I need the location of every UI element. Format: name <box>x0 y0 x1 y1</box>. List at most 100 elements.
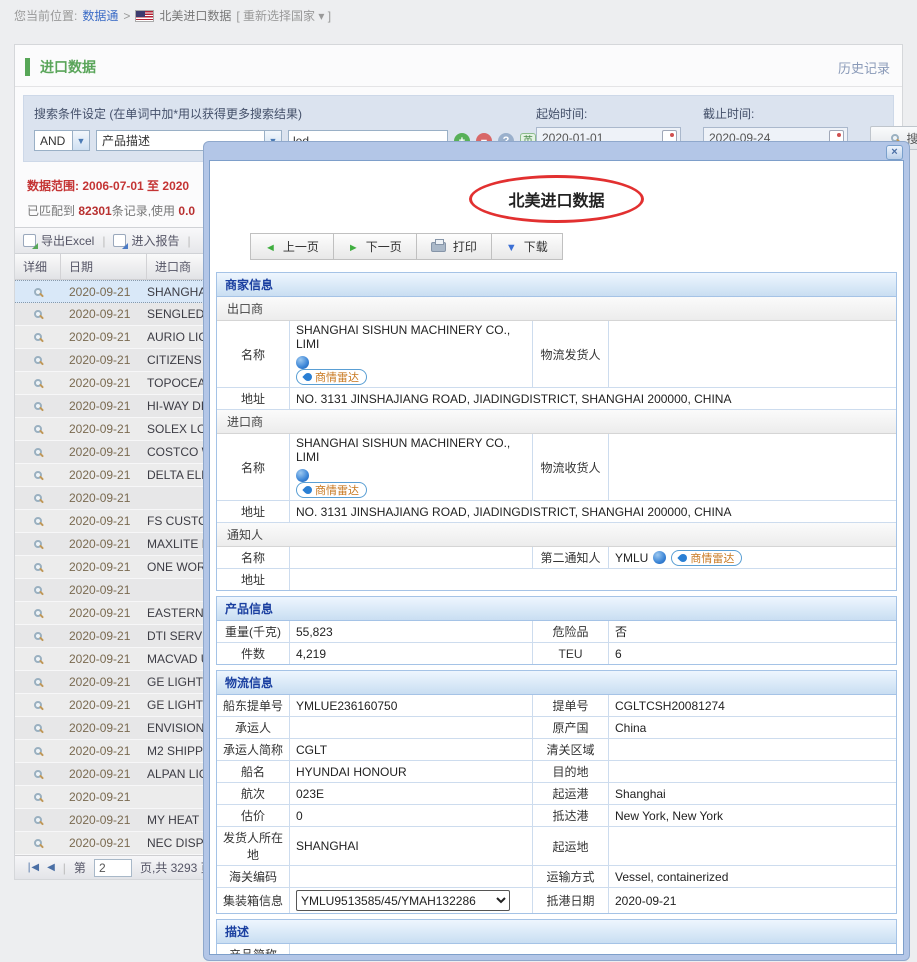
field-value: CGLT <box>296 743 327 757</box>
magnifier-icon[interactable] <box>34 609 42 617</box>
field-label: 物流收货人 <box>532 434 608 500</box>
field-label: 第二通知人 <box>532 547 608 568</box>
field-label: 地址 <box>217 501 289 522</box>
field-value: 2020-09-21 <box>615 894 676 908</box>
magnifier-icon[interactable] <box>34 471 42 479</box>
magnifier-icon[interactable] <box>34 747 42 755</box>
field-label: 产品简称 <box>217 944 289 955</box>
field-label: 起运地 <box>532 827 608 865</box>
magnifier-icon[interactable] <box>34 724 42 732</box>
magnifier-icon[interactable] <box>34 448 42 456</box>
field-value-cell <box>608 761 896 782</box>
field-value: YMLUE236160750 <box>296 699 397 713</box>
row-date: 2020-09-21 <box>61 767 147 781</box>
prev-page-button[interactable]: 上一页 <box>251 234 334 259</box>
radar-badge[interactable]: 商情雷达 <box>296 482 367 498</box>
magnifier-icon[interactable] <box>34 678 42 686</box>
field-label: 原产国 <box>532 717 608 738</box>
globe-icon[interactable] <box>296 469 309 482</box>
field-label: 运输方式 <box>532 866 608 887</box>
breadcrumb-link-datahub[interactable]: 数据通 <box>82 7 118 24</box>
bool-operator-select[interactable]: AND ▼ <box>34 130 90 151</box>
end-date-label: 截止时间: <box>703 105 848 122</box>
magnifier-icon[interactable] <box>34 793 42 801</box>
section-merchant: 商家信息出口商名称SHANGHAI SISHUN MACHINERY CO., … <box>216 272 897 591</box>
magnifier-icon[interactable] <box>34 517 42 525</box>
detail-row: 发货人所在地SHANGHAI起运地 <box>217 827 896 866</box>
magnifier-icon[interactable] <box>34 379 42 387</box>
subsection-header: 进口商 <box>217 410 896 434</box>
detail-row: 承运人原产国China <box>217 717 896 739</box>
field-label: 抵港日期 <box>532 888 608 913</box>
row-date: 2020-09-21 <box>61 445 147 459</box>
field-value: 4,219 <box>296 647 326 661</box>
section-header: 描述 <box>217 920 896 944</box>
magnifier-icon[interactable] <box>34 839 42 847</box>
row-date: 2020-09-21 <box>61 652 147 666</box>
section-header: 物流信息 <box>217 671 896 695</box>
prev-page-icon[interactable]: ◀ <box>47 862 55 873</box>
field-label: 起运港 <box>532 783 608 804</box>
field-value-cell: CGLTCSH20081274 <box>608 695 896 716</box>
magnifier-icon[interactable] <box>34 540 42 548</box>
detail-row: 集装箱信息YMLU9513585/45/YMAH132286抵港日期2020-0… <box>217 888 896 913</box>
print-page-button[interactable]: 打印 <box>417 234 492 259</box>
globe-icon[interactable] <box>653 551 666 564</box>
nav-button-label: 打印 <box>453 238 477 255</box>
close-icon[interactable]: × <box>886 145 903 160</box>
first-page-icon[interactable]: ◀ <box>25 862 39 873</box>
detail-row: 船名HYUNDAI HONOUR目的地 <box>217 761 896 783</box>
next-page-button[interactable]: 下一页 <box>334 234 417 259</box>
container-info-select[interactable]: YMLU9513585/45/YMAH132286 <box>296 890 510 911</box>
magnifier-icon[interactable] <box>34 356 42 364</box>
globe-icon[interactable] <box>296 356 309 369</box>
field-value-cell: 0 <box>289 805 532 826</box>
page-number-input[interactable] <box>94 859 132 877</box>
row-date: 2020-09-21 <box>61 537 147 551</box>
magnifier-icon[interactable] <box>34 333 42 341</box>
magnifier-icon[interactable] <box>34 402 42 410</box>
report-icon <box>113 234 126 247</box>
magnifier-icon[interactable] <box>34 586 42 594</box>
row-date: 2020-09-21 <box>61 790 147 804</box>
field-value-cell: CGLT <box>289 739 532 760</box>
next-icon <box>348 240 359 254</box>
column-header-detail[interactable]: 详细 <box>15 254 61 279</box>
column-header-date[interactable]: 日期 <box>61 254 147 279</box>
row-date: 2020-09-21 <box>61 285 147 299</box>
magnifier-icon[interactable] <box>34 494 42 502</box>
radar-badge[interactable]: 商情雷达 <box>296 369 367 385</box>
field-label: 目的地 <box>532 761 608 782</box>
magnifier-icon[interactable] <box>34 310 42 318</box>
export-excel-button[interactable]: 导出Excel <box>23 232 94 249</box>
field-value-cell: 否 <box>608 621 896 642</box>
row-date: 2020-09-21 <box>61 583 147 597</box>
magnifier-icon[interactable] <box>34 632 42 640</box>
reselect-country-control[interactable]: [ 重新选择国家 ▾ ] <box>236 7 331 24</box>
magnifier-icon[interactable] <box>34 770 42 778</box>
enter-report-button[interactable]: 进入报告 <box>113 232 179 249</box>
field-value-cell: NO. 3131 JINSHAJIANG ROAD, JIADINGDISTRI… <box>289 388 896 409</box>
magnifier-icon[interactable] <box>34 655 42 663</box>
field-label: 名称 <box>217 434 289 500</box>
dialog-body: 北美进口数据 上一页下一页打印下载 商家信息出口商名称SHANGHAI SISH… <box>209 160 904 955</box>
field-value: NO. 3131 JINSHAJIANG ROAD, JIADINGDISTRI… <box>296 505 731 519</box>
dialog-nav-bar: 上一页下一页 打印下载 <box>250 233 563 260</box>
field-value-cell: New York, New York <box>608 805 896 826</box>
radar-badge[interactable]: 商情雷达 <box>671 550 742 566</box>
magnifier-icon[interactable] <box>34 816 42 824</box>
history-link[interactable]: 历史记录 <box>838 58 890 77</box>
field-label: 船东提单号 <box>217 695 289 716</box>
magnifier-icon[interactable] <box>34 288 42 296</box>
match-count: 82301 <box>78 204 111 218</box>
magnifier-icon[interactable] <box>34 563 42 571</box>
field-value: 0 <box>296 809 303 823</box>
search-time: 0.0 <box>178 204 195 218</box>
field-value-cell: SHANGHAI <box>289 827 532 865</box>
magnifier-icon[interactable] <box>34 425 42 433</box>
section-product: 产品信息重量(千克)55,823危险品否件数4,219TEU6 <box>216 596 897 665</box>
download-page-button[interactable]: 下载 <box>492 234 562 259</box>
field-value-cell <box>289 866 532 887</box>
detail-row: 地址NO. 3131 JINSHAJIANG ROAD, JIADINGDIST… <box>217 388 896 410</box>
magnifier-icon[interactable] <box>34 701 42 709</box>
